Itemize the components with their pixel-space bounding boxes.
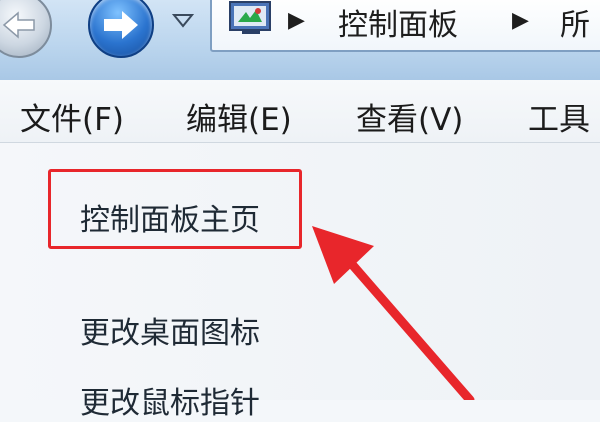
menu-file[interactable]: 文件(F) (20, 94, 124, 139)
breadcrumb-separator[interactable]: ▶ (512, 8, 529, 33)
highlight-box (48, 169, 302, 249)
breadcrumb-control-panel[interactable]: 控制面板 (338, 0, 458, 44)
forward-button[interactable] (88, 0, 154, 58)
back-arrow-icon (2, 11, 35, 39)
recent-pages-dropdown[interactable] (172, 12, 194, 30)
menu-bar: 文件(F) 编辑(E) 查看(V) 工具 (0, 80, 600, 143)
address-toolbar: ▶ 控制面板 ▶ 所 (0, 0, 600, 81)
change-desktop-icons-link[interactable]: 更改桌面图标 (80, 308, 260, 352)
change-mouse-pointers-link[interactable]: 更改鼠标指针 (80, 378, 260, 422)
forward-arrow-icon (104, 11, 138, 39)
menu-tools[interactable]: 工具 (528, 94, 590, 139)
breadcrumb-all-items[interactable]: 所 (560, 0, 590, 44)
menu-edit[interactable]: 编辑(E) (186, 94, 292, 139)
chevron-down-icon (172, 14, 194, 28)
back-button[interactable] (0, 0, 52, 58)
address-bar[interactable]: ▶ 控制面板 ▶ 所 (210, 0, 600, 52)
menu-view[interactable]: 查看(V) (356, 94, 463, 139)
control-panel-icon (229, 1, 271, 34)
breadcrumb-separator[interactable]: ▶ (288, 8, 305, 33)
